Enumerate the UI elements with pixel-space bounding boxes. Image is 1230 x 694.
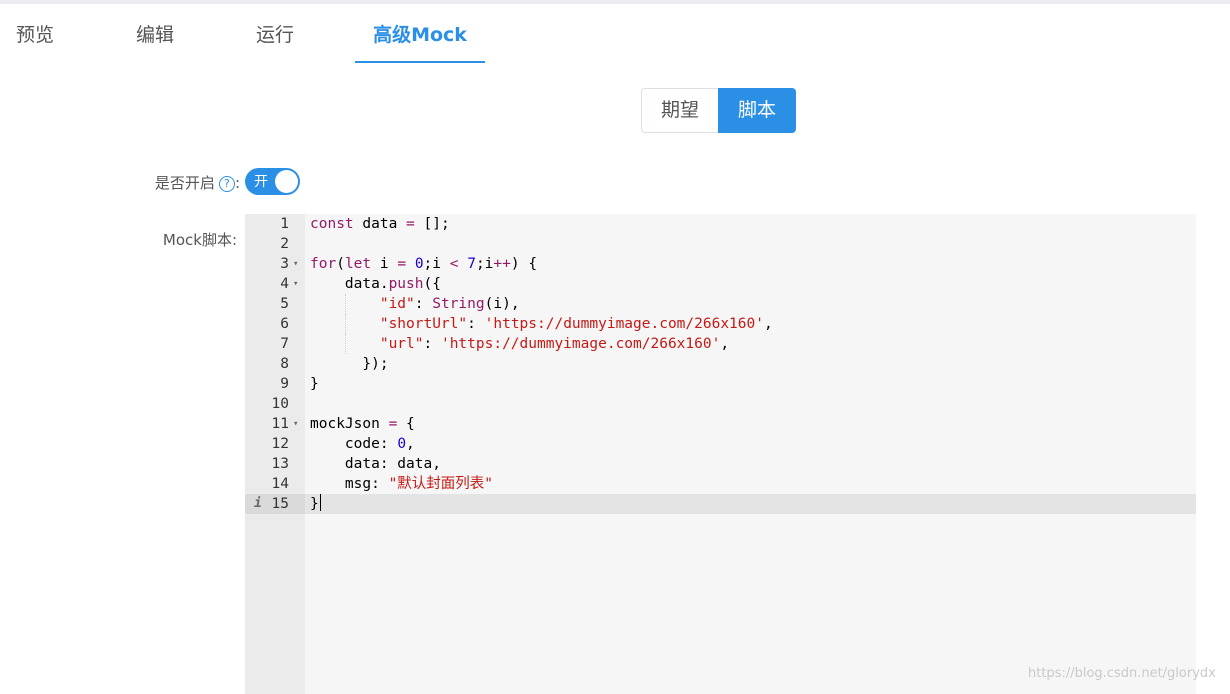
tab-run[interactable]: 运行 — [240, 4, 310, 62]
line-number: 3 — [280, 256, 289, 272]
line-number: 4 — [280, 276, 289, 292]
code-line[interactable]: 4 ▾ data.push({ — [245, 274, 1196, 294]
code-editor[interactable]: 1 const data = []; 2 3 ▾ for(let i = 0;i < 7;… — [245, 214, 1196, 694]
line-number: 5 — [280, 296, 289, 312]
enable-colon: : — [234, 174, 240, 192]
line-number: 8 — [280, 356, 289, 372]
code-text: msg: "默认封面列表" — [310, 476, 494, 492]
line-number-cell: 11 ▾ — [245, 414, 305, 434]
code-text: code: 0, — [310, 436, 415, 452]
line-number: 2 — [280, 236, 289, 252]
code-text: mockJson = { — [310, 416, 415, 432]
code-line[interactable]: 11 ▾ mockJson = { — [245, 414, 1196, 434]
switch-knob — [275, 170, 298, 193]
code-line[interactable]: 6 "shortUrl": 'https://dummyimage.com/26… — [245, 314, 1196, 334]
tab-advanced-mock[interactable]: 高级Mock — [355, 4, 485, 62]
line-number-cell: 14 — [245, 474, 305, 494]
switch-text: 开 — [254, 174, 268, 190]
line-number-cell: 2 — [245, 234, 305, 254]
code-line[interactable]: 3 ▾ for(let i = 0;i < 7;i++) { — [245, 254, 1196, 274]
code-line[interactable]: 15 i} — [245, 494, 1196, 514]
line-number-cell: 8 — [245, 354, 305, 374]
line-number: 11 — [271, 416, 289, 432]
code-text: }); — [310, 356, 389, 372]
line-number-cell: 3 ▾ — [245, 254, 305, 274]
active-tab-indicator — [355, 61, 485, 63]
code-text: "shortUrl": 'https://dummyimage.com/266x… — [379, 316, 773, 332]
question-icon[interactable]: ? — [218, 176, 235, 192]
code-line[interactable]: 1 const data = []; — [245, 214, 1196, 234]
line-number: 13 — [271, 456, 289, 472]
tab-bar: 预览 编辑 运行 高级Mock — [0, 4, 1230, 64]
line-number-cell: 6 — [245, 314, 305, 334]
fold-arrow-icon[interactable]: ▾ — [293, 414, 298, 434]
code-line[interactable]: 12 code: 0, — [245, 434, 1196, 454]
code-text: } — [310, 494, 321, 512]
code-text: data: data, — [310, 456, 441, 472]
text-cursor — [319, 494, 321, 511]
code-text: } — [310, 376, 319, 392]
code-line[interactable]: 7 "url": 'https://dummyimage.com/266x160… — [245, 334, 1196, 354]
enable-label-row: 是否开启?: — [100, 172, 240, 193]
line-number: 6 — [280, 316, 289, 332]
code-line[interactable]: 2 — [245, 234, 1196, 254]
line-number: 15 — [271, 496, 289, 512]
line-number-cell: 7 — [245, 334, 305, 354]
code-line[interactable]: 14 msg: "默认封面列表" — [245, 474, 1196, 494]
watermark: https://blog.csdn.net/glorydx — [1028, 666, 1216, 681]
line-number-cell: 15 i — [245, 494, 305, 514]
line-number-cell: 10 — [245, 394, 305, 414]
line-number: 1 — [280, 216, 289, 232]
enable-switch[interactable]: 开 — [245, 168, 300, 195]
fold-arrow-icon[interactable]: ▾ — [293, 274, 298, 294]
code-line[interactable]: 8 }); — [245, 354, 1196, 374]
line-number: 9 — [280, 376, 289, 392]
tab-preview[interactable]: 预览 — [0, 4, 70, 62]
code-lines: 1 const data = []; 2 3 ▾ for(let i = 0;i < 7;… — [245, 214, 1196, 514]
line-number-cell: 13 — [245, 454, 305, 474]
line-number-cell: 12 — [245, 434, 305, 454]
line-number-cell: 1 — [245, 214, 305, 234]
line-number: 12 — [271, 436, 289, 452]
script-label: Mock脚本: — [162, 231, 237, 249]
code-text: "url": 'https://dummyimage.com/266x160', — [379, 336, 730, 352]
code-text: "id": String(i), — [379, 296, 520, 312]
line-number-cell: 5 — [245, 294, 305, 314]
code-text: data.push({ — [310, 276, 441, 292]
line-number: 14 — [271, 476, 289, 492]
fold-arrow-icon[interactable]: ▾ — [293, 254, 298, 274]
code-line[interactable]: 9} — [245, 374, 1196, 394]
line-number: 7 — [280, 336, 289, 352]
code-line[interactable]: 5 "id": String(i), — [245, 294, 1196, 314]
mode-toggle: 期望 脚本 — [641, 88, 797, 133]
script-button[interactable]: 脚本 — [718, 88, 797, 133]
code-line[interactable]: 13 data: data, — [245, 454, 1196, 474]
line-number-cell: 4 ▾ — [245, 274, 305, 294]
code-line[interactable]: 10 — [245, 394, 1196, 414]
line-number: 10 — [271, 396, 289, 412]
info-icon: i — [254, 496, 262, 511]
line-number-cell: 9 — [245, 374, 305, 394]
code-text: for(let i = 0;i < 7;i++) { — [310, 256, 538, 272]
tab-edit[interactable]: 编辑 — [120, 4, 190, 62]
enable-label: 是否开启 — [154, 174, 215, 192]
code-text: const data = []; — [310, 216, 450, 232]
expectation-button[interactable]: 期望 — [641, 88, 719, 133]
